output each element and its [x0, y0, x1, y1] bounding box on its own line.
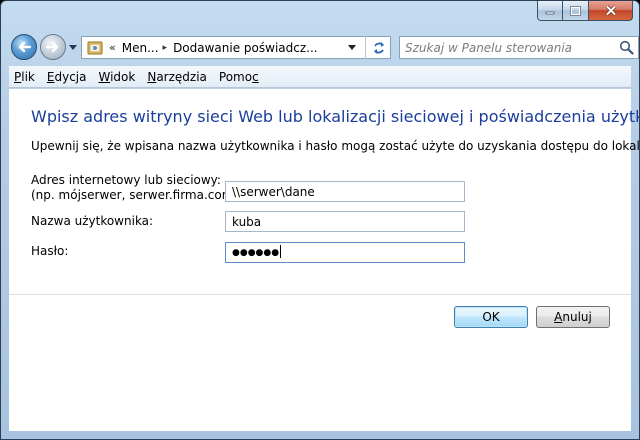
- control-panel-icon: [87, 41, 103, 54]
- back-arrow-icon: [18, 41, 31, 53]
- breadcrumb-overflow[interactable]: «: [109, 41, 116, 54]
- navigation-bar: « Men... ▸ Dodawanie poświadcz...: [9, 31, 639, 63]
- refresh-icon: [373, 41, 384, 54]
- refresh-button[interactable]: [365, 36, 391, 59]
- chevron-down-icon: [348, 45, 356, 50]
- password-field[interactable]: ●●●●●●: [225, 242, 465, 263]
- caption-buttons: [537, 1, 633, 21]
- content-pane: Wpisz adres witryny sieci Web lub lokali…: [9, 89, 639, 431]
- close-button[interactable]: [589, 1, 633, 21]
- menu-item-pomoc[interactable]: Pomoc: [214, 70, 264, 84]
- ok-button[interactable]: OK: [454, 306, 528, 328]
- forward-button[interactable]: [40, 34, 66, 60]
- instruction-text: Upewnij się, że wpisana nazwa użytkownik…: [31, 139, 640, 153]
- address-label: Adres internetowy lub sieciowy: (np. mój…: [31, 173, 242, 203]
- credentials-window: « Men... ▸ Dodawanie poświadcz... Szukaj…: [0, 0, 640, 440]
- search-input[interactable]: [405, 40, 615, 55]
- chevron-down-icon: [68, 45, 77, 50]
- minimize-icon: [545, 11, 555, 14]
- search-box[interactable]: [399, 36, 639, 59]
- cancel-button[interactable]: Anuluj: [536, 306, 610, 328]
- menu-item-plik[interactable]: Plik: [9, 70, 40, 84]
- forward-arrow-icon: [46, 41, 59, 53]
- page-title: Wpisz adres witryny sieci Web lub lokali…: [31, 107, 640, 126]
- address-label-line1: Adres internetowy lub sieciowy:: [31, 173, 221, 187]
- menu-item-narzedzia[interactable]: Narzędzia: [142, 70, 212, 84]
- password-mask: ●●●●●●: [232, 248, 280, 258]
- address-label-line2: (np. mójserwer, serwer.firma.com):: [31, 188, 243, 202]
- cancel-button-label: Anuluj: [554, 310, 592, 324]
- address-dropdown-button[interactable]: [344, 37, 360, 58]
- close-icon: [605, 5, 616, 16]
- magnifier-icon[interactable]: [619, 40, 634, 55]
- address-bar[interactable]: « Men... ▸ Dodawanie poświadcz...: [81, 36, 391, 59]
- ok-button-label: OK: [482, 310, 500, 324]
- breadcrumb-item-current[interactable]: Dodawanie poświadcz...: [173, 41, 318, 55]
- back-button[interactable]: [11, 34, 37, 60]
- address-field[interactable]: [225, 181, 465, 202]
- maximize-icon: [570, 5, 581, 16]
- breadcrumb-separator-icon[interactable]: ▸: [163, 43, 168, 53]
- password-label: Hasło:: [31, 244, 69, 258]
- username-label: Nazwa użytkownika:: [31, 214, 154, 228]
- menu-bar: Plik Edycja Widok Narzędzia Pomoc: [9, 66, 631, 88]
- breadcrumb-item-menu[interactable]: Men...: [122, 41, 159, 55]
- minimize-button[interactable]: [537, 1, 563, 21]
- maximize-button[interactable]: [563, 1, 589, 21]
- menu-item-edycja[interactable]: Edycja: [42, 70, 92, 84]
- text-caret: [280, 245, 282, 258]
- recent-pages-dropdown[interactable]: [68, 43, 77, 52]
- menu-item-widok[interactable]: Widok: [93, 70, 140, 84]
- username-field[interactable]: [225, 211, 465, 232]
- divider: [9, 294, 631, 295]
